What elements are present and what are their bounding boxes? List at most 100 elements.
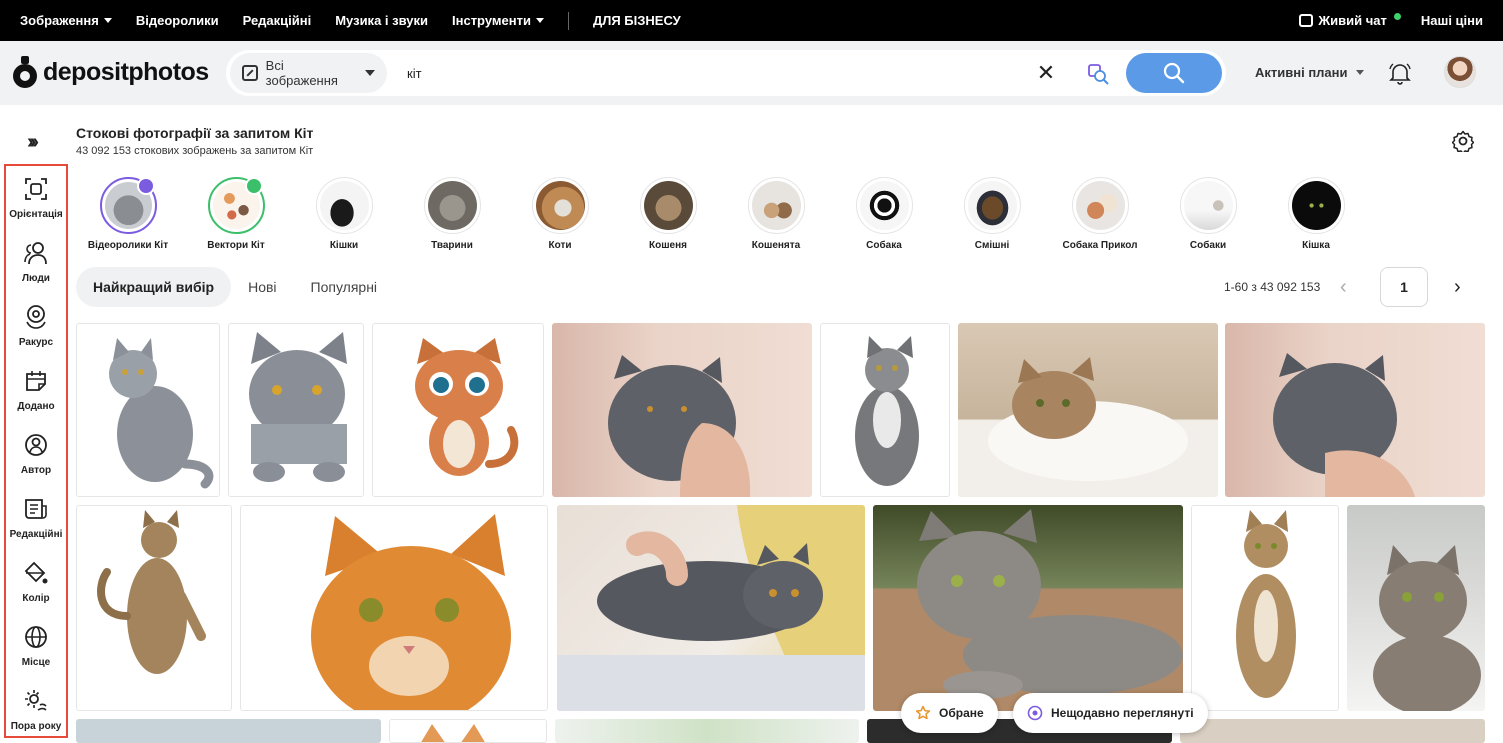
suggestion-dog-funny[interactable]: Собака Прикол [1050,177,1150,251]
prices-link[interactable]: Наші ціни [1421,13,1483,28]
page-number-input[interactable]: 1 [1380,267,1428,307]
bell-icon[interactable] [1387,61,1413,85]
filter-people[interactable]: Люди [6,230,66,294]
filters-sidebar: Орієнтація Люди Ракурс Додано Автор Реда… [4,164,68,738]
active-plans-dropdown[interactable]: Активні плани [1255,65,1364,80]
image-tile[interactable] [76,719,381,743]
logo-icon [13,56,37,88]
nav-music-label: Музика і звуки [335,13,428,28]
nav-tools-label: Інструменти [452,13,531,28]
image-tile[interactable] [552,323,812,497]
suggestion-label: Тварини [431,240,473,251]
filter-season-label: Пора року [10,721,62,732]
eye-icon [1027,705,1043,721]
newspaper-icon [25,499,47,519]
recently-viewed-button[interactable]: Нещодавно переглянуті [1013,693,1208,733]
tab-new[interactable]: Нові [231,267,293,307]
nav-videos[interactable]: Відеоролики [136,13,219,28]
image-icon [242,65,258,81]
logo[interactable]: depositphotos [13,56,209,88]
top-nav-right: Живий чат Наші ціни [1299,13,1483,28]
image-tile[interactable] [1180,719,1485,743]
search-icon [1163,62,1185,84]
cat-photo [557,505,865,711]
cat-photo [109,338,214,489]
search-input[interactable] [407,65,1007,81]
page-title: Стокові фотографії за запитом Кіт [76,125,314,141]
suggestion-thumb [531,177,589,234]
suggestion-animals[interactable]: Тварини [402,177,502,251]
suggestion-label: Коти [548,240,572,251]
cartoon-cat-illustration [415,338,519,476]
filter-location[interactable]: Місце [6,614,66,678]
filter-season[interactable]: Пора року [6,678,66,742]
star-icon [915,705,931,720]
image-tile[interactable] [76,505,232,711]
suggestion-vectors[interactable]: Вектори Кіт [186,177,286,251]
filter-added[interactable]: Додано [6,358,66,422]
gear-icon[interactable] [1451,130,1475,155]
next-page-icon[interactable]: › [1454,277,1461,297]
suggestion-funny[interactable]: Смішні [942,177,1042,251]
filter-angle[interactable]: Ракурс [6,294,66,358]
suggestion-cats[interactable]: Кішки [294,177,394,251]
image-tile[interactable] [1225,323,1485,497]
orientation-icon [25,178,47,200]
suggestion-videos[interactable]: Відеоролики Кіт [78,177,178,251]
nav-business[interactable]: ДЛЯ БІЗНЕСУ [593,13,681,28]
search-scope-dropdown[interactable]: Всі зображення [230,53,387,93]
cat-photo [1273,353,1415,497]
filter-orientation[interactable]: Орієнтація [6,166,66,230]
nav-music[interactable]: Музика і звуки [335,13,428,28]
image-tile[interactable] [389,719,547,743]
nav-images[interactable]: Зображення [20,13,112,28]
filter-author-label: Автор [20,465,52,476]
filter-author[interactable]: Автор [6,422,66,486]
suggestion-label: Кошеня [649,240,687,251]
suggestion-tomcats[interactable]: Коти [510,177,610,251]
filter-editorial[interactable]: Редакційні [6,486,66,550]
video-badge-icon [137,177,155,195]
image-tile[interactable] [958,323,1218,497]
live-chat-button[interactable]: Живий чат [1299,13,1401,28]
image-tile[interactable] [555,719,859,743]
image-tile[interactable] [820,323,950,497]
image-tile[interactable] [228,323,364,497]
suggestion-kittens[interactable]: Кошенята [726,177,826,251]
suggestion-label: Кошенята [751,240,801,251]
nav-editorial[interactable]: Редакційні [243,13,312,28]
cat-photo [988,357,1188,481]
tab-best[interactable]: Найкращий вибір [76,267,232,307]
image-tile[interactable] [557,505,865,711]
avatar[interactable] [1444,56,1476,88]
logo-text: depositphotos [43,57,209,86]
suggestion-thumb [1071,177,1129,234]
cat-photo [1236,510,1296,698]
globe-icon [25,626,47,648]
visual-search-icon[interactable] [1086,62,1110,86]
suggestion-dogs[interactable]: Собаки [1158,177,1258,251]
favorites-button[interactable]: Обране [901,693,998,733]
chevron-down-icon [535,18,544,23]
calendar-icon [26,371,46,391]
tab-popular[interactable]: Популярні [294,267,395,307]
image-tile[interactable] [372,323,544,497]
suggestion-she-cat[interactable]: Кішка [1266,177,1366,251]
nav-tools[interactable]: Інструменти [452,13,544,28]
image-tile[interactable] [1191,505,1339,711]
prev-page-icon[interactable]: ‹ [1340,277,1347,297]
image-tile[interactable] [1347,505,1485,711]
cat-photo [1373,545,1481,711]
search-button[interactable] [1126,53,1222,93]
expand-sidebar-icon[interactable]: ››› [27,131,39,154]
image-tile[interactable] [873,505,1183,711]
image-tile[interactable] [76,323,220,497]
recently-viewed-label: Нещодавно переглянуті [1051,706,1194,720]
filter-orientation-label: Орієнтація [9,209,63,220]
suggestion-kitten[interactable]: Кошеня [618,177,718,251]
people-icon [24,242,47,265]
suggestion-dog[interactable]: Собака [834,177,934,251]
image-tile[interactable] [240,505,548,711]
filter-color[interactable]: Колір [6,550,66,614]
clear-search-button[interactable]: ✕ [1036,62,1056,84]
